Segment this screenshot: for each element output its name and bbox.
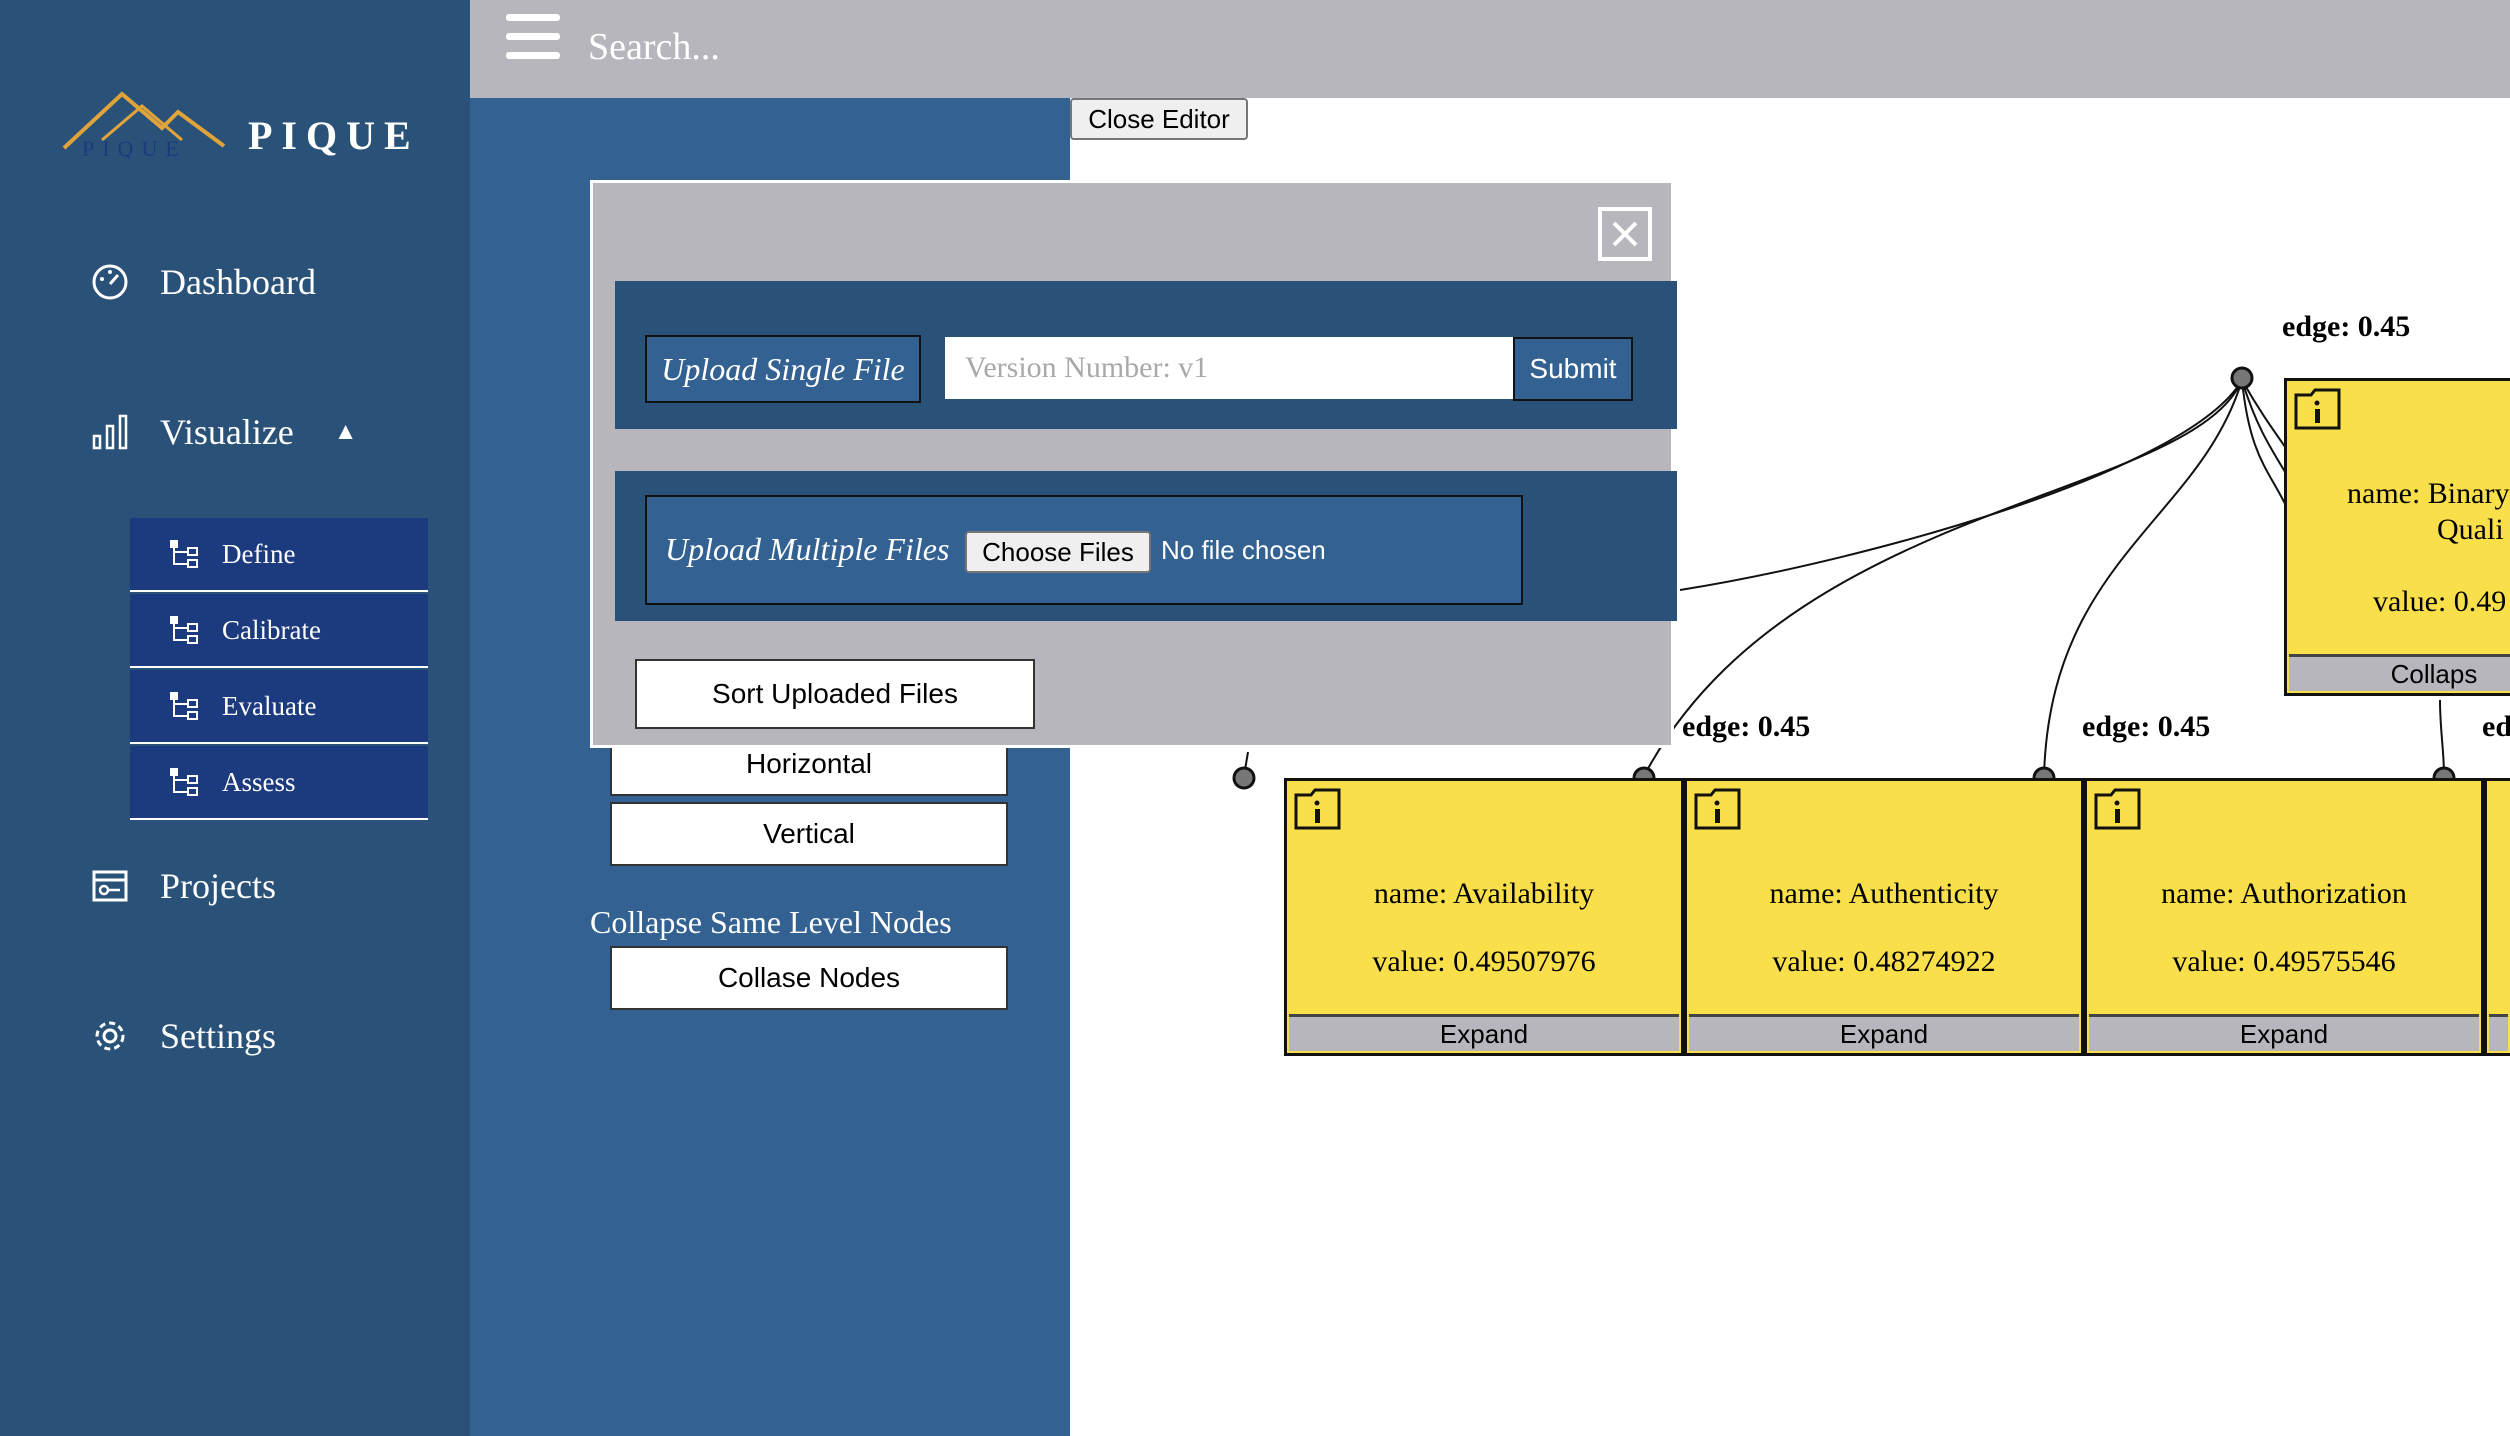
subnav-define-label: Define [222, 538, 296, 569]
caret-up-icon: ▲ [333, 418, 358, 445]
expand-node-button[interactable]: Expand [1289, 1014, 1679, 1051]
expand-node-button[interactable] [2489, 1014, 2508, 1051]
tree-node[interactable]: name: Availability value: 0.49507976 Exp… [1284, 778, 1684, 1056]
nav-dashboard[interactable]: Dashboard [90, 252, 316, 312]
collapse-heading: Collapse Same Level Nodes [590, 904, 952, 940]
nav-visualize[interactable]: Visualize ▲ [90, 402, 358, 462]
gear-icon [95, 1021, 125, 1051]
tree-icon [170, 768, 198, 796]
gauge-icon [92, 264, 128, 300]
close-icon[interactable] [1598, 207, 1652, 261]
subnav-evaluate-label: Evaluate [222, 690, 317, 721]
nav-dashboard-label: Dashboard [160, 262, 316, 302]
subnav-evaluate[interactable]: Evaluate [130, 670, 428, 744]
choose-files-button[interactable]: Choose Files [965, 531, 1151, 573]
multi-upload-section: Upload Multiple Files Choose Files No fi… [615, 471, 1677, 621]
single-upload-section: Upload Single File Submit [615, 281, 1677, 429]
edge-label: ed [2482, 710, 2510, 743]
folder-info-icon[interactable] [2293, 387, 2343, 431]
node-name-cont: Quali [2437, 513, 2504, 546]
edge-label: edge: 0.45 [2082, 710, 2211, 743]
tree-icon [170, 616, 198, 644]
collapse-node-button[interactable]: Collaps [2289, 654, 2510, 691]
collapse-nodes-button[interactable]: Collase Nodes [610, 946, 1008, 1010]
subnav-calibrate-label: Calibrate [222, 614, 321, 645]
expand-node-button[interactable]: Expand [2089, 1014, 2479, 1051]
vertical-layout-button[interactable]: Vertical [610, 802, 1008, 866]
close-editor-button[interactable]: Close Editor [1070, 98, 1248, 140]
upload-multiple-files: Upload Multiple Files Choose Files No fi… [645, 495, 1523, 605]
node-value: value: 0.49575546 [2172, 945, 2396, 978]
nav-projects-label: Projects [160, 866, 276, 906]
tree-node[interactable]: name: Authenticity value: 0.48274922 Exp… [1684, 778, 2084, 1056]
node-value: value: 0.49 [2373, 585, 2507, 618]
hamburger-menu-icon[interactable] [506, 14, 560, 62]
subnav-calibrate[interactable]: Calibrate [130, 594, 428, 668]
projects-icon [92, 870, 128, 902]
upload-modal: Upload Single File Submit Upload Multipl… [590, 180, 1677, 748]
node-value: value: 0.48274922 [1772, 945, 1996, 978]
subnav-assess-label: Assess [222, 766, 296, 797]
node-value: value: 0.49507976 [1372, 945, 1596, 978]
expand-node-button[interactable]: Expand [1689, 1014, 2079, 1051]
node-name: name: Authenticity [1769, 877, 1999, 910]
upload-single-file-button[interactable]: Upload Single File [645, 335, 921, 403]
node-name: name: Availability [1373, 877, 1595, 910]
subnav-define[interactable]: Define [130, 518, 428, 592]
folder-info-icon[interactable] [2093, 787, 2143, 831]
nav-visualize-label: Visualize [160, 412, 294, 452]
edge-label: edge: 0.45 [1682, 710, 1811, 743]
node-handle[interactable] [1232, 766, 1256, 790]
edge-label: edge: 0.45 [2282, 310, 2411, 343]
upload-multiple-label: Upload Multiple Files [665, 531, 950, 567]
folder-info-icon[interactable] [1693, 787, 1743, 831]
tree-node-partial[interactable] [2484, 778, 2510, 1056]
tree-icon [170, 540, 198, 568]
upload-single-label: Upload Single File [661, 350, 905, 387]
file-status-text: No file chosen [1161, 535, 1326, 565]
root-node-handle[interactable] [2230, 366, 2254, 390]
search-input[interactable] [586, 18, 1190, 76]
sidebar: PIQUE PIQUE Dashboard Visualize ▲ Define [0, 0, 470, 1436]
logo-roof-icon: PIQUE [62, 91, 226, 161]
version-number-input[interactable] [945, 337, 1529, 399]
bar-chart-icon [92, 414, 128, 450]
nav-projects[interactable]: Projects [90, 856, 276, 916]
submit-button[interactable]: Submit [1513, 337, 1633, 401]
tree-node[interactable]: name: Authorization value: 0.49575546 Ex… [2084, 778, 2484, 1056]
node-name: name: Authorization [2161, 877, 2407, 910]
nav-settings[interactable]: Settings [90, 1006, 276, 1066]
node-name: name: Binary [2347, 477, 2510, 510]
nav-settings-label: Settings [160, 1016, 277, 1056]
folder-info-icon[interactable] [1293, 787, 1343, 831]
brand-name: PIQUE [248, 113, 420, 158]
tree-node[interactable]: name: Binary Quali value: 0.49 Collaps [2284, 378, 2510, 696]
subnav-assess[interactable]: Assess [130, 746, 428, 820]
tree-icon [170, 692, 198, 720]
logo-mark-text: PIQUE [82, 136, 187, 158]
top-bar [470, 0, 2510, 98]
sort-uploaded-files-button[interactable]: Sort Uploaded Files [635, 659, 1035, 729]
